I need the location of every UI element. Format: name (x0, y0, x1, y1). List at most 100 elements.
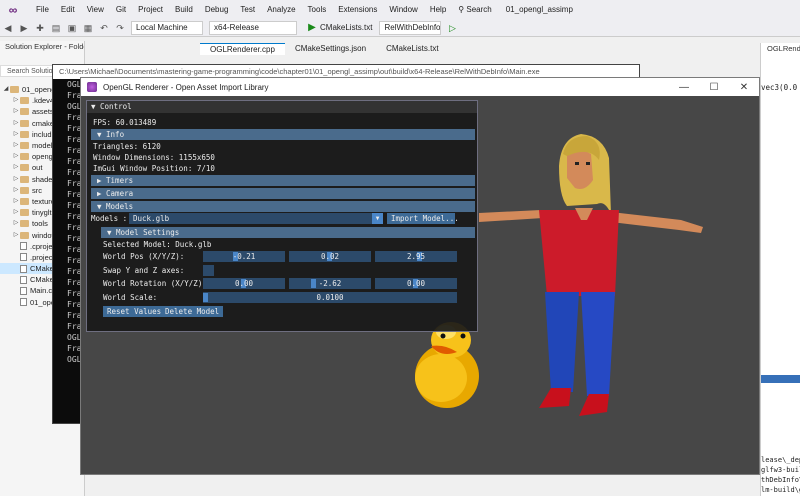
window-dimensions-text: Window Dimensions: 1155x650 (93, 153, 215, 162)
selected-line (761, 375, 800, 383)
timers-header[interactable]: ▶ Timers (91, 175, 475, 186)
expanded-arrow-icon[interactable]: ◢ (2, 84, 10, 95)
collapsed-arrow-icon[interactable]: ▷ (12, 230, 20, 241)
collapsed-arrow-icon[interactable]: ▷ (12, 162, 20, 173)
world-rot-y-drag[interactable]: -2.62 (289, 278, 371, 289)
forward-icon[interactable]: ▶ (18, 22, 30, 34)
config-select[interactable]: RelWithDebInfo (379, 20, 442, 35)
world-pos-z-value: 2.95 (406, 252, 426, 261)
tree-item-label: src (32, 185, 42, 195)
collapsed-arrow-icon[interactable]: ▷ (12, 207, 20, 218)
tab-cmakelists-txt[interactable]: CMakeLists.txt (376, 43, 448, 55)
world-rot-x-drag[interactable]: 0.00 (203, 278, 285, 289)
redo-icon[interactable]: ↷ (114, 22, 126, 34)
tab-oglrenderer-cpp[interactable]: OGLRenderer.cpp (200, 43, 285, 55)
tab-cmakesettings-json[interactable]: CMakeSettings.json (285, 43, 376, 55)
menu-debug[interactable]: Debug (199, 5, 235, 14)
imgui-control-window[interactable]: ▼ Control FPS: 60.013489 ▼ Info Triangle… (86, 100, 478, 332)
maximize-icon[interactable]: ☐ (699, 82, 729, 93)
folder-icon (10, 86, 19, 94)
world-scale-drag[interactable]: 0.0100 (203, 292, 457, 303)
run-icon[interactable]: ▶ (306, 22, 318, 34)
folder-icon (20, 231, 29, 239)
right-editor-pane: OGLRenderer vec3(0.0 lease\_deps glfw3-b… (760, 43, 800, 496)
model-settings-header[interactable]: ▼ Model Settings (101, 227, 475, 238)
collapsed-arrow-icon[interactable]: ▷ (12, 196, 20, 207)
save-icon[interactable]: ▣ (66, 22, 78, 34)
collapsed-arrow-icon: ▶ (97, 176, 107, 185)
folder-icon (20, 130, 29, 138)
swap-axes-checkbox[interactable] (203, 265, 214, 276)
menu-analyze[interactable]: Analyze (261, 5, 301, 14)
dropdown-arrow-icon[interactable]: ▼ (372, 213, 383, 224)
collapsed-arrow-icon[interactable]: ▷ (12, 118, 20, 129)
swap-axes-label: Swap Y and Z axes: (103, 266, 185, 275)
drag-grab-handle[interactable] (203, 293, 208, 302)
world-pos-y-drag[interactable]: 0.02 (289, 251, 371, 262)
control-title-label: Control (100, 102, 132, 111)
app-icon (87, 82, 97, 92)
menu-window[interactable]: Window (383, 5, 423, 14)
open-file-icon[interactable]: ▤ (50, 22, 62, 34)
debug-target-select[interactable]: Local Machine (131, 20, 203, 35)
folder-icon (20, 119, 29, 127)
platform-select[interactable]: x64-Release (209, 20, 297, 35)
collapse-arrow-icon[interactable]: ▼ (91, 102, 100, 111)
world-rot-y-value: -2.62 (318, 279, 342, 288)
world-pos-label: World Pos (X/Y/Z): (103, 252, 185, 261)
reset-values-button[interactable]: Reset Values (103, 306, 166, 317)
search-box[interactable]: ⚲ Search (452, 5, 497, 14)
menu-git[interactable]: Git (110, 5, 132, 14)
model-select[interactable]: Duck.glb ▼ (129, 213, 383, 224)
collapsed-arrow-icon[interactable]: ▷ (12, 129, 20, 140)
timers-header-label: Timers (106, 176, 134, 185)
tree-item-label: out (32, 163, 43, 173)
minimize-icon[interactable]: — (669, 82, 699, 93)
tree-item-label: tools (32, 219, 48, 229)
world-rot-z-drag[interactable]: 0.00 (375, 278, 457, 289)
collapsed-arrow-icon[interactable]: ▷ (12, 218, 20, 229)
menu-help[interactable]: Help (424, 5, 452, 14)
world-pos-y-value: 0.02 (320, 252, 340, 261)
startup-item-label[interactable]: CMakeLists.txt (320, 23, 372, 32)
info-header[interactable]: ▼ Info (91, 129, 475, 140)
collapsed-arrow-icon[interactable]: ▷ (12, 106, 20, 117)
save-all-icon[interactable]: ▦ (82, 22, 94, 34)
world-pos-x-drag[interactable]: -0.21 (203, 251, 285, 262)
menu-extensions[interactable]: Extensions (332, 5, 383, 14)
import-model-button[interactable]: Import Model... (387, 213, 459, 224)
drag-grab-handle[interactable] (311, 279, 316, 288)
collapsed-arrow-icon[interactable]: ▷ (12, 185, 20, 196)
undo-icon[interactable]: ↶ (98, 22, 110, 34)
delete-model-button[interactable]: Delete Model (161, 306, 224, 317)
menu-file[interactable]: File (30, 5, 55, 14)
visual-studio-logo-icon[interactable]: ∞ (4, 3, 22, 17)
menu-tools[interactable]: Tools (302, 5, 333, 14)
menu-build[interactable]: Build (169, 5, 199, 14)
world-pos-z-drag[interactable]: 2.95 (375, 251, 457, 262)
world-scale-value: 0.0100 (316, 293, 344, 302)
collapsed-arrow-icon[interactable]: ▷ (12, 140, 20, 151)
solution-name: 01_opengl_assimp (505, 5, 573, 14)
imgui-window-title[interactable]: ▼ Control (87, 101, 477, 113)
selected-model-text: Selected Model: Duck.glb (103, 240, 212, 249)
tab-oglrenderer-header[interactable]: OGLRenderer (761, 43, 800, 55)
menu-view[interactable]: View (81, 5, 110, 14)
collapsed-arrow-icon[interactable]: ▷ (12, 151, 20, 162)
models-header[interactable]: ▼ Models (91, 201, 475, 212)
tree-item-label: CMake (30, 275, 54, 285)
close-icon[interactable]: ✕ (729, 82, 759, 93)
folder-icon (20, 175, 29, 183)
collapsed-arrow-icon[interactable]: ▷ (12, 95, 20, 106)
new-item-icon[interactable]: ✚ (34, 22, 46, 34)
start-without-debugging-icon[interactable]: ▷ (446, 22, 458, 34)
back-icon[interactable]: ◀ (2, 22, 14, 34)
character-model (479, 134, 703, 416)
collapsed-arrow-icon[interactable]: ▷ (12, 174, 20, 185)
opengl-window[interactable]: OpenGL Renderer - Open Asset Import Libr… (80, 77, 760, 475)
camera-header[interactable]: ▶ Camera (91, 188, 475, 199)
menu-project[interactable]: Project (132, 5, 169, 14)
menu-edit[interactable]: Edit (55, 5, 81, 14)
editor-tabs: OGLRenderer.cpp CMakeSettings.json CMake… (200, 43, 800, 55)
menu-test[interactable]: Test (234, 5, 261, 14)
